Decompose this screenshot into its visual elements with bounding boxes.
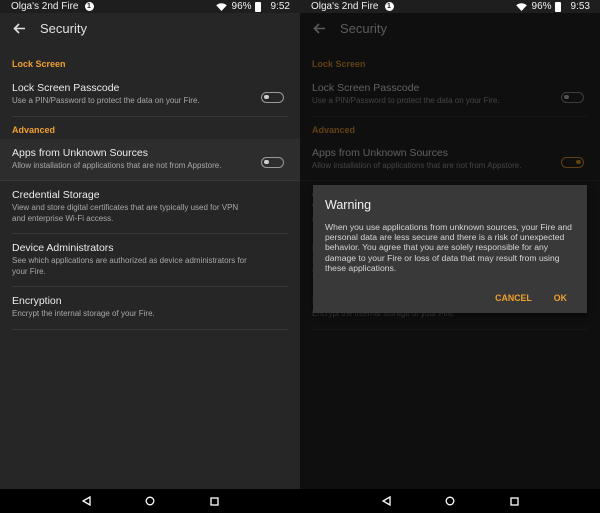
item-title: Credential Storage <box>12 189 100 201</box>
notification-badge: 1 <box>384 2 394 11</box>
notification-badge: 1 <box>84 2 94 11</box>
back-nav-icon[interactable] <box>354 496 418 506</box>
back-nav-icon[interactable] <box>54 496 118 506</box>
unknown-sources-toggle[interactable] <box>261 156 284 168</box>
recents-nav-icon[interactable] <box>182 496 246 506</box>
item-description: Encrypt the internal storage of your Fir… <box>12 309 155 318</box>
status-bar: Olga's 2nd Fire 1 96% 9:53 <box>300 0 600 13</box>
device-administrators-item[interactable]: Device Administrators See which applicat… <box>12 234 288 287</box>
section-lock-screen: Lock Screen <box>12 59 66 69</box>
wifi-icon <box>515 2 527 11</box>
credential-storage-item[interactable]: Credential Storage View and store digita… <box>12 181 288 234</box>
section-advanced: Advanced <box>12 124 56 135</box>
battery-icon <box>554 1 561 12</box>
battery-icon <box>254 1 261 12</box>
item-description: View and store digital certificates that… <box>12 203 239 223</box>
clock: 9:52 <box>270 1 290 12</box>
item-description: Allow installation of applications that … <box>12 160 222 170</box>
wifi-icon <box>215 2 227 11</box>
battery-percent: 96% <box>231 1 252 12</box>
battery-percent: 96% <box>531 1 552 12</box>
encryption-item[interactable]: Encryption Encrypt the internal storage … <box>12 287 288 330</box>
item-description: See which applications are authorized as… <box>12 256 247 276</box>
security-screen-right: Olga's 2nd Fire 1 96% 9:53 Security Lock… <box>300 0 600 513</box>
passcode-toggle[interactable] <box>261 92 284 103</box>
device-name: Olga's 2nd Fire <box>311 1 379 12</box>
dialog-actions: CANCEL OK <box>495 293 567 303</box>
item-title: Apps from Unknown Sources <box>12 146 148 159</box>
clock: 9:53 <box>570 1 590 12</box>
ok-button[interactable]: OK <box>554 293 567 303</box>
device-name: Olga's 2nd Fire <box>11 1 79 12</box>
home-nav-icon[interactable] <box>118 496 182 506</box>
status-bar: Olga's 2nd Fire 1 96% 9:52 <box>0 0 300 13</box>
item-title: Lock Screen Passcode <box>12 82 120 94</box>
dialog-title: Warning <box>325 198 372 212</box>
security-screen-left: Olga's 2nd Fire 1 96% 9:52 Security Lock… <box>0 0 300 513</box>
unknown-sources-item[interactable]: Apps from Unknown Sources Allow installa… <box>0 138 300 181</box>
lock-screen-passcode-item[interactable]: Lock Screen Passcode Use a PIN/Password … <box>12 74 288 117</box>
recents-nav-icon[interactable] <box>482 496 546 506</box>
navigation-bar <box>300 489 600 513</box>
navigation-bar <box>0 489 300 513</box>
page-title: Security <box>40 20 87 36</box>
app-bar: Security <box>0 13 300 43</box>
item-title: Device Administrators <box>12 242 114 254</box>
item-title: Encryption <box>12 295 62 307</box>
cancel-button[interactable]: CANCEL <box>495 293 532 303</box>
warning-dialog: Warning When you use applications from u… <box>313 185 587 313</box>
item-description: Use a PIN/Password to protect the data o… <box>12 96 200 105</box>
home-nav-icon[interactable] <box>418 496 482 506</box>
back-arrow-icon[interactable] <box>11 20 27 36</box>
dialog-message: When you use applications from unknown s… <box>325 222 572 273</box>
